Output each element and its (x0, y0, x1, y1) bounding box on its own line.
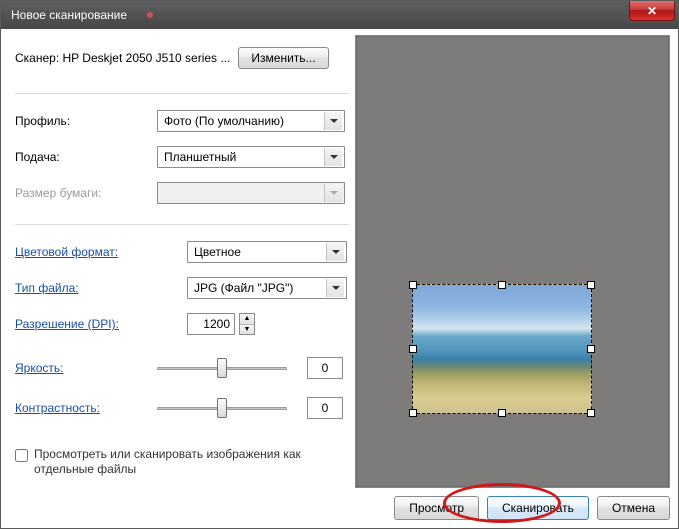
chevron-down-icon (324, 112, 342, 130)
preview-button[interactable]: Просмотр (394, 496, 479, 520)
dpi-spinner: ▲ ▼ (239, 313, 255, 335)
right-pane: Просмотр Сканировать Отмена (349, 29, 678, 528)
color-format-row: Цветовой формат: Цветное (15, 241, 349, 263)
settings-pane: Сканер: HP Deskjet 2050 J510 series ... … (1, 29, 349, 528)
chevron-down-icon (326, 279, 344, 297)
chevron-down-icon (324, 148, 342, 166)
scanner-row: Сканер: HP Deskjet 2050 J510 series ... … (15, 47, 349, 69)
resize-handle[interactable] (409, 281, 417, 289)
separate-files-checkbox[interactable] (15, 449, 28, 462)
contrast-slider[interactable] (157, 397, 287, 419)
chevron-down-icon (324, 184, 342, 202)
resize-handle[interactable] (498, 281, 506, 289)
color-format-select[interactable]: Цветное (187, 241, 347, 263)
file-type-value: JPG (Файл "JPG") (194, 281, 293, 295)
dpi-spin-up[interactable]: ▲ (240, 314, 254, 325)
close-icon: ✕ (647, 4, 657, 18)
brightness-row: Яркость: 0 (15, 357, 349, 379)
color-format-label[interactable]: Цветовой формат: (15, 245, 157, 259)
dpi-spin-down[interactable]: ▼ (240, 325, 254, 335)
source-row: Подача: Планшетный (15, 146, 349, 168)
brightness-value: 0 (307, 357, 343, 379)
separate-files-label: Просмотреть или сканировать изображения … (34, 447, 349, 477)
paper-size-row: Размер бумаги: (15, 182, 349, 204)
dpi-label[interactable]: Разрешение (DPI): (15, 317, 157, 331)
window-title: Новое сканирование (11, 8, 127, 22)
chevron-down-icon (326, 243, 344, 261)
preview-area[interactable] (355, 35, 670, 488)
profile-label: Профиль: (15, 114, 157, 128)
resize-handle[interactable] (587, 345, 595, 353)
color-format-value: Цветное (194, 245, 241, 259)
titlebar: Новое сканирование ✕ (1, 1, 678, 29)
slider-thumb[interactable] (217, 358, 227, 378)
cancel-button[interactable]: Отмена (597, 496, 670, 520)
contrast-row: Контрастность: 0 (15, 397, 349, 419)
file-type-select[interactable]: JPG (Файл "JPG") (187, 277, 347, 299)
close-button[interactable]: ✕ (629, 1, 675, 21)
modified-indicator-icon (147, 12, 153, 18)
slider-thumb[interactable] (217, 398, 227, 418)
profile-select[interactable]: Фото (По умолчанию) (157, 110, 345, 132)
scan-dialog: Новое сканирование ✕ Сканер: HP Deskjet … (0, 0, 679, 529)
resize-handle[interactable] (409, 345, 417, 353)
resize-handle[interactable] (587, 409, 595, 417)
profile-value: Фото (По умолчанию) (164, 114, 284, 128)
paper-size-label: Размер бумаги: (15, 186, 157, 200)
source-select[interactable]: Планшетный (157, 146, 345, 168)
change-scanner-button[interactable]: Изменить... (238, 47, 328, 69)
scan-selection[interactable] (412, 284, 592, 414)
resize-handle[interactable] (409, 409, 417, 417)
brightness-slider[interactable] (157, 357, 287, 379)
separate-files-row: Просмотреть или сканировать изображения … (15, 447, 349, 477)
contrast-value: 0 (307, 397, 343, 419)
resize-handle[interactable] (587, 281, 595, 289)
source-label: Подача: (15, 150, 157, 164)
dpi-stepper: ▲ ▼ (187, 313, 255, 335)
dialog-buttons: Просмотр Сканировать Отмена (355, 488, 670, 520)
source-value: Планшетный (164, 150, 236, 164)
scanner-label: Сканер: HP Deskjet 2050 J510 series ... (15, 51, 230, 65)
scan-button[interactable]: Сканировать (487, 496, 589, 520)
separator (15, 224, 349, 225)
paper-size-select (157, 182, 345, 204)
separator (15, 93, 349, 94)
brightness-label[interactable]: Яркость: (15, 361, 157, 375)
resize-handle[interactable] (498, 409, 506, 417)
file-type-row: Тип файла: JPG (Файл "JPG") (15, 277, 349, 299)
dpi-row: Разрешение (DPI): ▲ ▼ (15, 313, 349, 335)
file-type-label[interactable]: Тип файла: (15, 281, 157, 295)
dialog-body: Сканер: HP Deskjet 2050 J510 series ... … (1, 29, 678, 528)
profile-row: Профиль: Фото (По умолчанию) (15, 110, 349, 132)
contrast-label[interactable]: Контрастность: (15, 401, 157, 415)
dpi-input[interactable] (187, 313, 235, 335)
